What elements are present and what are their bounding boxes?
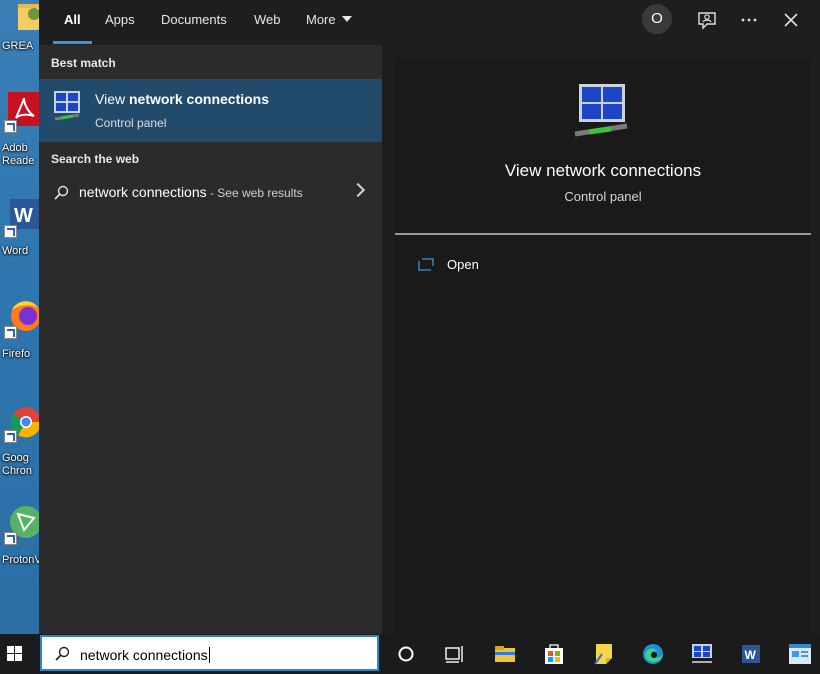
edge-icon[interactable] [641, 642, 665, 666]
web-result-suffix: - See web results [206, 186, 303, 200]
search-tabs-bar: All Apps Documents Web More O [39, 0, 820, 45]
sticky-notes-icon[interactable] [592, 642, 616, 666]
search-web-heading: Search the web [51, 152, 140, 166]
close-icon[interactable] [779, 8, 803, 32]
preview-pane: View network connections Control panel O… [395, 58, 811, 634]
divider [395, 233, 811, 235]
more-options-icon[interactable] [737, 8, 761, 32]
best-match-title-prefix: View [95, 91, 129, 107]
shortcut-arrow-icon [4, 532, 17, 545]
network-connections-taskbar-icon[interactable] [690, 642, 714, 666]
shortcut-arrow-icon [4, 225, 17, 238]
folder-icon [18, 4, 40, 30]
desktop-icon-firefox[interactable]: Firefo [0, 296, 40, 396]
tab-apps[interactable]: Apps [105, 12, 135, 27]
results-list: Best match View network connections Cont… [39, 45, 382, 634]
search-input-value: network connections [80, 647, 210, 663]
desktop: GREA Adob Reade W Word Firefo Goog Chron… [0, 0, 42, 634]
best-match-result[interactable]: View network connections Control panel [39, 79, 382, 142]
open-action[interactable]: Open [415, 254, 615, 276]
desktop-icon-adobe-reader[interactable]: Adob Reade [0, 90, 40, 190]
tab-more-label: More [306, 12, 336, 27]
chevron-right-icon[interactable] [350, 182, 366, 198]
best-match-heading: Best match [51, 56, 116, 70]
web-search-result[interactable]: network connections - See web results [39, 177, 382, 209]
tab-documents[interactable]: Documents [161, 12, 227, 27]
best-match-title: View network connections [95, 91, 269, 107]
caret-down-icon [341, 16, 352, 22]
shortcut-arrow-icon [4, 430, 17, 443]
shortcut-arrow-icon [4, 120, 17, 133]
cortana-icon[interactable] [394, 642, 418, 666]
search-input-text: network connections [80, 647, 208, 663]
desktop-icon-folder[interactable]: GREA [0, 0, 40, 100]
best-match-subtitle: Control panel [95, 116, 167, 130]
microsoft-store-icon[interactable] [542, 642, 566, 666]
search-icon [54, 185, 69, 200]
file-explorer-icon[interactable] [493, 642, 517, 666]
taskbar: network connections W [0, 634, 820, 674]
network-connections-icon [54, 91, 80, 121]
network-connections-large-icon [574, 84, 628, 137]
web-result-text: network connections - See web results [79, 184, 303, 200]
feedback-icon[interactable] [695, 8, 719, 32]
svg-text:W: W [14, 205, 33, 227]
control-panel-icon[interactable] [788, 642, 812, 666]
shortcut-arrow-icon [4, 326, 17, 339]
desktop-icon-chrome[interactable]: Goog Chron [0, 400, 40, 500]
taskbar-search-input[interactable]: network connections [40, 635, 379, 671]
svg-text:W: W [745, 648, 757, 662]
text-cursor [208, 647, 210, 663]
task-view-icon[interactable] [443, 642, 467, 666]
word-taskbar-icon[interactable]: W [739, 642, 763, 666]
user-avatar[interactable]: O [642, 4, 672, 34]
active-tab-indicator [53, 41, 92, 44]
tab-all[interactable]: All [64, 12, 81, 27]
tab-more[interactable]: More [306, 12, 352, 27]
tab-web[interactable]: Web [254, 12, 281, 27]
search-panel: All Apps Documents Web More O Best match [39, 0, 820, 634]
open-icon [418, 258, 434, 271]
best-match-title-bold: network connections [128, 91, 270, 107]
search-icon [55, 646, 70, 661]
desktop-icon-word[interactable]: W Word [0, 195, 40, 295]
preview-subtitle: Control panel [564, 189, 642, 204]
web-result-query: network connections [79, 184, 207, 200]
open-action-label: Open [447, 257, 479, 272]
desktop-icon-protonvpn[interactable]: ProtonV [0, 502, 42, 602]
windows-start-icon[interactable] [0, 634, 39, 674]
preview-title: View network connections [504, 161, 702, 180]
